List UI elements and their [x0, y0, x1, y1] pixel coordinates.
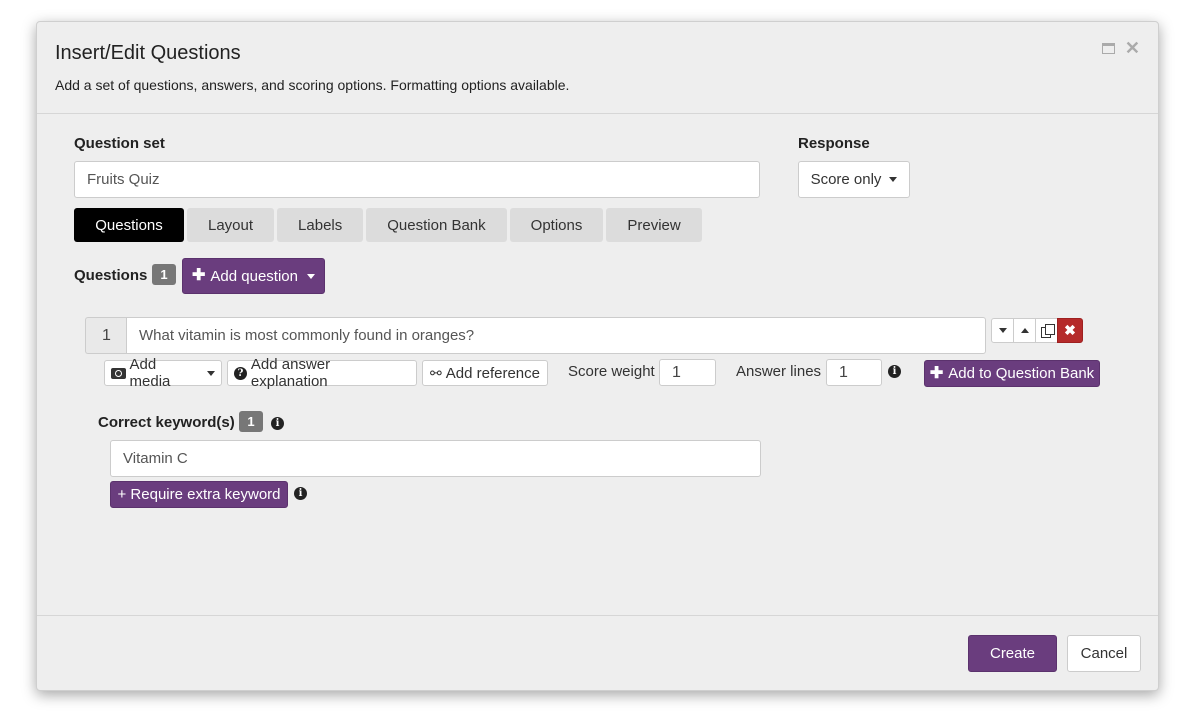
- add-question-label: Add question: [210, 267, 298, 285]
- move-down-button[interactable]: [991, 318, 1014, 343]
- chevron-up-icon: [1020, 328, 1029, 333]
- create-button[interactable]: Create: [968, 635, 1057, 672]
- tab-questions[interactable]: Questions: [74, 208, 184, 242]
- maximize-icon[interactable]: [1101, 42, 1115, 54]
- close-icon[interactable]: ✕: [1125, 39, 1140, 57]
- question-controls: ✖: [991, 318, 1083, 343]
- add-question-button[interactable]: ✚ Add question: [182, 258, 325, 294]
- keyword-input[interactable]: Vitamin C: [110, 440, 761, 477]
- keywords-count-badge: 1: [239, 411, 263, 432]
- dialog-title: Insert/Edit Questions: [55, 42, 241, 64]
- copy-icon: [1040, 324, 1055, 338]
- add-explanation-label: Add answer explanation: [250, 356, 331, 390]
- require-extra-keyword-button[interactable]: + Require extra keyword: [110, 481, 288, 508]
- answer-lines-label: Answer lines: [736, 363, 822, 380]
- info-icon[interactable]: i: [271, 417, 284, 430]
- link-icon: ⚯: [430, 364, 442, 381]
- add-media-button[interactable]: Add media: [104, 356, 222, 390]
- chevron-down-icon: [889, 177, 898, 182]
- cancel-button[interactable]: Cancel: [1067, 635, 1141, 672]
- add-to-bank-label: Add to Question Bank: [948, 365, 1095, 382]
- question-number: 1: [85, 317, 127, 354]
- response-value: Score only: [810, 171, 882, 188]
- questions-count-badge: 1: [152, 264, 176, 285]
- score-weight-input[interactable]: 1: [659, 359, 716, 386]
- dialog-subtitle: Add a set of questions, answers, and sco…: [55, 77, 570, 93]
- add-reference-button[interactable]: ⚯ Add reference: [422, 360, 548, 386]
- correct-keywords-label: Correct keyword(s): [98, 414, 235, 431]
- chevron-down-icon: [306, 273, 315, 279]
- question-set-input[interactable]: Fruits Quiz: [74, 161, 760, 198]
- question-set-label: Question set: [74, 135, 165, 152]
- chevron-down-icon: [207, 370, 215, 376]
- duplicate-button[interactable]: [1035, 318, 1058, 343]
- question-text-input[interactable]: What vitamin is most commonly found in o…: [126, 317, 986, 354]
- info-icon[interactable]: i: [888, 365, 901, 378]
- tab-labels[interactable]: Labels: [277, 208, 364, 242]
- dialog-header: Insert/Edit Questions Add a set of quest…: [37, 22, 1158, 114]
- tab-preview[interactable]: Preview: [606, 208, 702, 242]
- tab-layout[interactable]: Layout: [187, 208, 275, 242]
- add-media-label: Add media: [129, 356, 171, 390]
- tab-bar: Questions Layout Labels Question Bank Op…: [74, 208, 702, 242]
- add-to-question-bank-button[interactable]: ✚ Add to Question Bank: [924, 360, 1100, 387]
- window-controls: ✕: [1101, 39, 1140, 57]
- chevron-down-icon: [998, 328, 1007, 333]
- response-label: Response: [798, 135, 870, 152]
- tab-question-bank[interactable]: Question Bank: [366, 208, 507, 242]
- tab-options[interactable]: Options: [509, 208, 604, 242]
- score-weight-label: Score weight: [568, 363, 655, 380]
- insert-edit-questions-dialog: Insert/Edit Questions Add a set of quest…: [36, 21, 1159, 691]
- questions-label: Questions: [74, 267, 148, 284]
- camera-icon: [111, 367, 126, 379]
- move-up-button[interactable]: [1013, 318, 1036, 343]
- response-dropdown[interactable]: Score only: [798, 161, 910, 198]
- add-reference-label: Add reference: [445, 364, 540, 382]
- dialog-footer: Create Cancel: [37, 615, 1158, 690]
- info-icon[interactable]: i: [294, 487, 307, 500]
- answer-lines-input[interactable]: 1: [826, 359, 882, 386]
- delete-icon: ✖: [1064, 322, 1076, 338]
- plus-icon: ✚: [929, 364, 944, 382]
- delete-question-button[interactable]: ✖: [1057, 318, 1083, 343]
- question-circle-icon: ?: [234, 366, 247, 380]
- plus-icon: ✚: [192, 267, 206, 284]
- add-answer-explanation-button[interactable]: ? Add answer explanation: [227, 356, 417, 390]
